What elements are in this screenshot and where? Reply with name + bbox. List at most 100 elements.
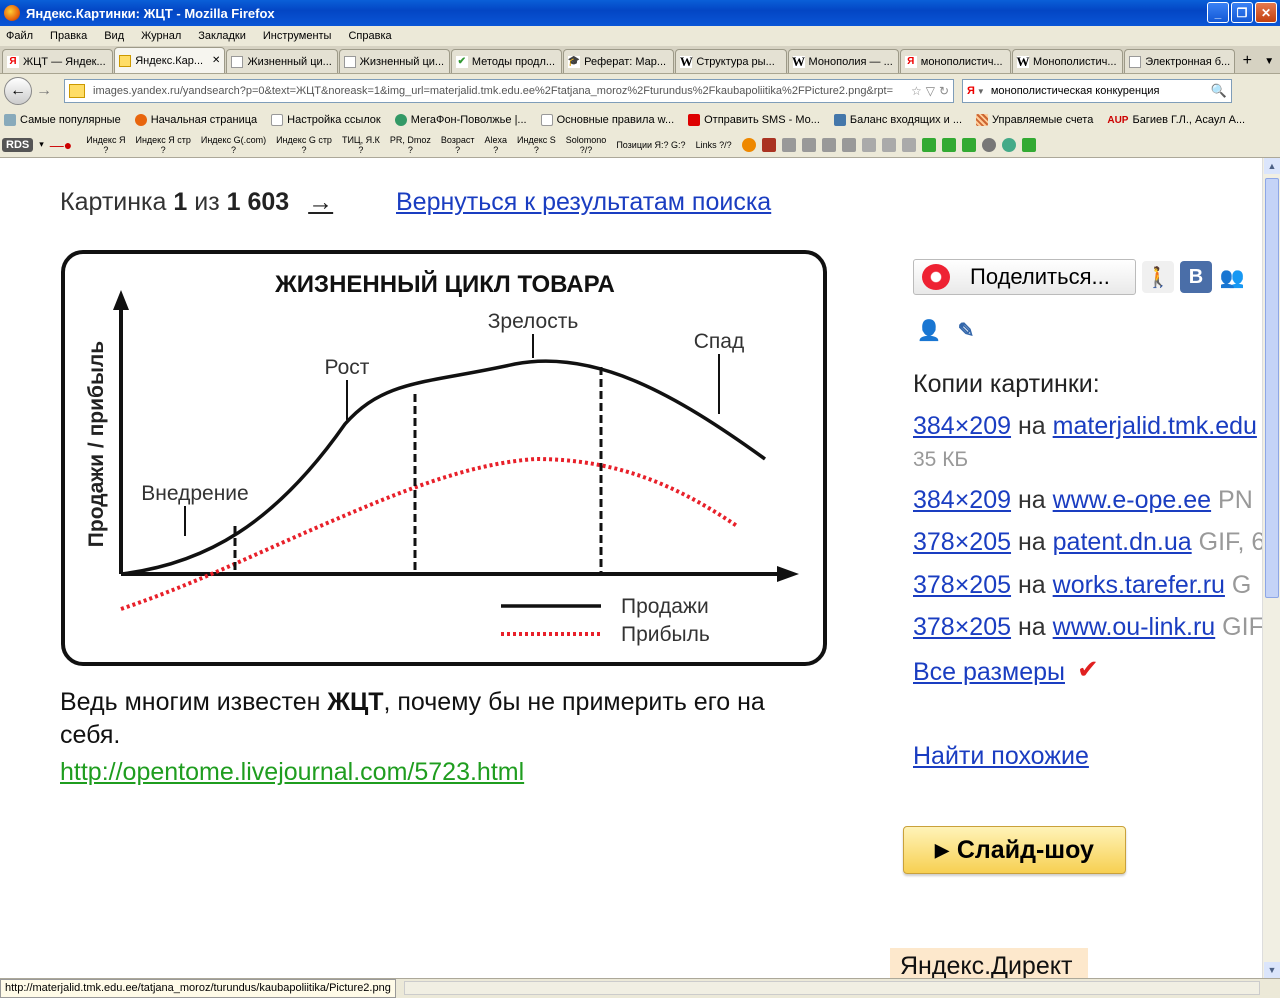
chart-icon	[833, 114, 846, 126]
reload-icon[interactable]: ↻	[939, 84, 949, 98]
tab[interactable]: Жизненный ци...	[338, 49, 450, 73]
search-input[interactable]: монополистическая конкуренция	[991, 85, 1211, 97]
seo-google-index[interactable]: Индекс G(.com)?	[201, 135, 266, 155]
slideshow-button[interactable]: ▶ Слайд-шоу	[903, 826, 1126, 874]
seo-positions[interactable]: Позиции Я:? G:?	[616, 140, 685, 150]
bookmark-item[interactable]: Начальная страница	[134, 114, 257, 126]
table-icon[interactable]	[821, 137, 836, 152]
search-engine-dropdown-icon[interactable]: ▼	[977, 87, 985, 96]
menu-history[interactable]: Журнал	[141, 30, 181, 42]
tab[interactable]: Электронная б...	[1124, 49, 1236, 73]
tab-bar: Я ЖЦТ — Яндек... Яндекс.Кар... ✕ Жизненный…	[0, 46, 1280, 74]
tab-list-icon[interactable]: ▼	[1258, 49, 1280, 73]
record-icon[interactable]: —●	[50, 137, 72, 153]
gear-icon[interactable]	[981, 137, 996, 152]
tab[interactable]: W Структура ры...	[675, 49, 787, 73]
share-button[interactable]: Поделиться...	[913, 259, 1136, 295]
seo-age[interactable]: Возраст?	[441, 135, 475, 155]
bookmark-item[interactable]: Отправить SMS - Мо...	[688, 114, 820, 126]
seo-solomono[interactable]: Solomono ?/?	[566, 135, 607, 155]
tab[interactable]: Я ЖЦТ — Яндек...	[2, 49, 114, 73]
bookmark-item[interactable]: AUP Багиев Г.Л., Асаул А...	[1107, 114, 1245, 126]
menu-help[interactable]: Справка	[348, 30, 391, 42]
tab[interactable]: W Монополия — ...	[787, 49, 899, 73]
tab[interactable]: W Монополистич...	[1011, 49, 1124, 73]
seo-google-pages[interactable]: Индекс G стр?	[276, 135, 332, 155]
find-similar-link[interactable]: Найти похожие	[913, 742, 1089, 771]
seo-yandex-pages[interactable]: Индекс Я стр?	[135, 135, 190, 155]
seo-links[interactable]: Links ?/?	[696, 140, 732, 150]
bookmark-item[interactable]: Баланс входящих и ...	[833, 114, 962, 126]
bookmark-star-icon[interactable]: ☆	[911, 84, 922, 98]
recycle-icon[interactable]	[1001, 137, 1016, 152]
menu-view[interactable]: Вид	[104, 30, 124, 42]
vertical-scrollbar[interactable]: ▲ ▼	[1262, 158, 1280, 978]
close-button[interactable]: ✕	[1255, 2, 1277, 23]
bookmark-item[interactable]: Управляемые счета	[976, 114, 1093, 126]
friends-icon[interactable]: 👥	[1216, 261, 1248, 293]
bar-chart-icon[interactable]	[761, 137, 776, 152]
yandex-search-icon[interactable]: Я	[967, 85, 975, 97]
sales-curve	[120, 359, 767, 576]
vkontakte-icon[interactable]: B	[1180, 261, 1212, 293]
tab[interactable]: Жизненный ци...	[226, 49, 338, 73]
page-content: Картинка 1 из 1 603 → Вернуться к резуль…	[0, 158, 1262, 978]
bookmark-item[interactable]: Основные правила w...	[540, 114, 674, 126]
scroll-down-icon[interactable]: ▼	[1264, 962, 1280, 978]
scrollbar-thumb[interactable]	[1265, 178, 1279, 598]
yandex-images-icon	[119, 54, 132, 67]
source-link[interactable]: http://opentome.livejournal.com/5723.htm…	[60, 758, 524, 787]
maximize-button[interactable]: ❐	[1231, 2, 1253, 23]
rds-logo[interactable]: RDS	[2, 137, 34, 152]
new-tab-button[interactable]: +	[1236, 49, 1258, 73]
seo-yandex-index[interactable]: Индекс Я?	[86, 135, 125, 155]
scroll-up-icon[interactable]: ▲	[1264, 158, 1280, 174]
grid-icon[interactable]	[781, 137, 796, 152]
menu-file[interactable]: Файл	[6, 30, 33, 42]
puzzle-icon[interactable]	[1021, 137, 1036, 152]
history-dropdown-icon[interactable]: ▽	[926, 84, 935, 98]
seo-pr[interactable]: PR, Dmoz?	[390, 135, 431, 155]
green-check-icon[interactable]	[921, 137, 936, 152]
url-bar[interactable]: images.yandex.ru/yandsearch?p=0&text=ЖЦТ…	[64, 79, 954, 103]
yandex-direct-block[interactable]: Яндекс.Директ	[890, 948, 1088, 978]
dropdown-arrow-icon[interactable]: ▾	[39, 139, 44, 150]
url-text: images.yandex.ru/yandsearch?p=0&text=ЖЦТ…	[93, 85, 894, 97]
pencil-icon[interactable]: ✎	[950, 314, 982, 346]
speaker-icon[interactable]	[841, 137, 856, 152]
code-icon[interactable]	[961, 137, 976, 152]
next-image-arrow[interactable]: →	[308, 188, 333, 216]
search-bar[interactable]: Я ▼ монополистическая конкуренция 🔍	[962, 79, 1232, 103]
seo-alexa[interactable]: Alexa?	[485, 135, 508, 155]
bookmark-item[interactable]: МегаФон-Поволжье |...	[394, 114, 527, 126]
table-icon[interactable]	[801, 137, 816, 152]
tab[interactable]: Ямонополистич...	[899, 49, 1011, 73]
menu-edit[interactable]: Правка	[50, 30, 87, 42]
seo-tic[interactable]: ТИЦ, Я.К?	[342, 135, 380, 155]
home-icon[interactable]	[941, 137, 956, 152]
bookmark-item[interactable]: Самые популярные	[4, 114, 121, 126]
menu-bookmarks[interactable]: Закладки	[198, 30, 246, 42]
rss-icon[interactable]	[881, 137, 896, 152]
info-icon[interactable]	[741, 137, 756, 152]
image-pager: Картинка 1 из 1 603 →	[60, 188, 334, 216]
bookmark-item[interactable]: Настройка ссылок	[271, 114, 381, 126]
tab[interactable]: 🎓 Реферат: Мар...	[563, 49, 675, 73]
people-icon[interactable]: 👤	[913, 314, 945, 346]
menu-tools[interactable]: Инструменты	[263, 30, 332, 42]
tab-close-icon[interactable]: ✕	[212, 55, 220, 66]
back-to-results-link[interactable]: Вернуться к результатам поиска	[396, 188, 771, 217]
minimize-button[interactable]: _	[1207, 2, 1229, 23]
all-sizes-link[interactable]: Все размеры	[913, 658, 1065, 687]
tab[interactable]: ✔ Методы продл...	[450, 49, 563, 73]
back-button[interactable]: ←	[4, 77, 32, 105]
image-preview[interactable]: ЖИЗНЕННЫЙ ЦИКЛ ТОВАРА Продажи / прибыль …	[61, 250, 827, 666]
share-person-icon[interactable]: 🚶	[1142, 261, 1174, 293]
forward-button[interactable]: →	[34, 81, 54, 101]
magnifier-icon[interactable]: 🔍	[1211, 83, 1227, 99]
dollar-icon[interactable]	[861, 137, 876, 152]
tab-active[interactable]: Яндекс.Кар... ✕	[114, 47, 226, 73]
page-search-icon[interactable]	[901, 137, 916, 152]
seo-index-s[interactable]: Индекс S?	[517, 135, 556, 155]
horizontal-scrollbar[interactable]	[404, 981, 1260, 995]
